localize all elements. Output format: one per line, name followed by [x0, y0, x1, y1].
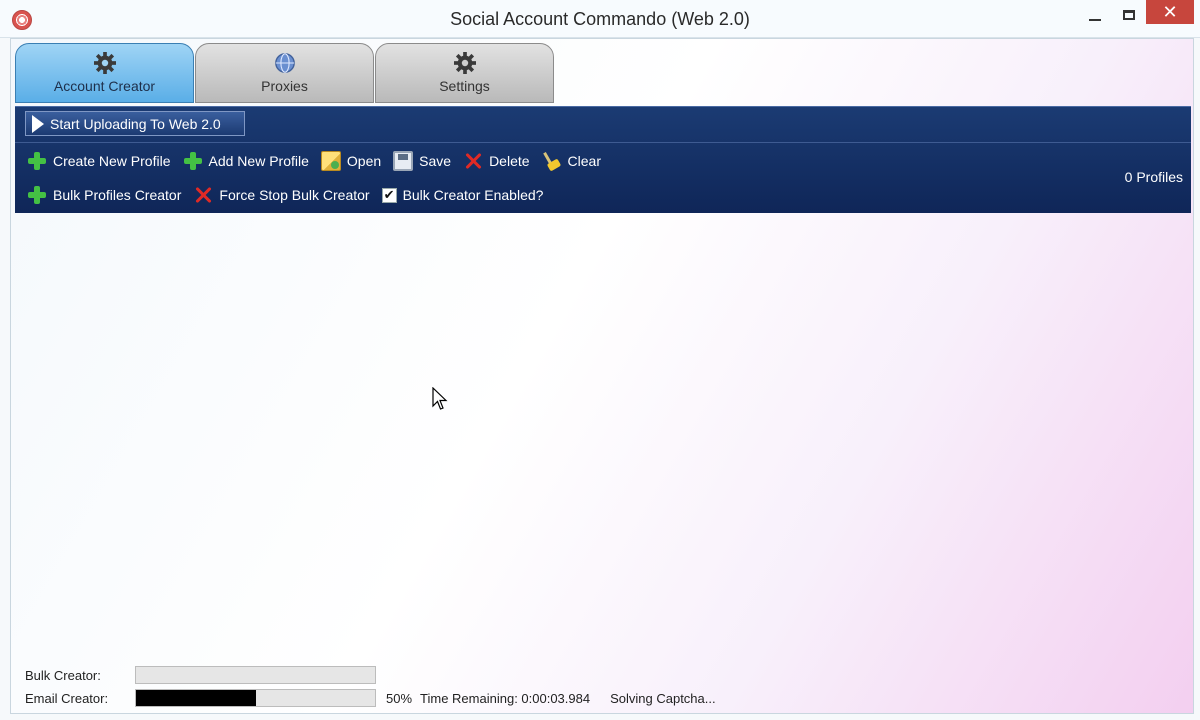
- close-button[interactable]: ✕: [1146, 0, 1194, 24]
- plus-icon: [27, 151, 47, 171]
- button-label: Open: [346, 153, 382, 169]
- button-label: Save: [419, 153, 452, 169]
- window-title: Social Account Commando (Web 2.0): [450, 9, 750, 29]
- bulk-creator-progress-bar: [135, 666, 376, 684]
- clear-button[interactable]: Clear: [542, 151, 601, 171]
- red-x-icon: [463, 151, 483, 171]
- plus-icon: [183, 151, 203, 171]
- checkbox-checked-icon: ✔: [381, 187, 397, 203]
- toolbar-row-2: Bulk Profiles Creator Force Stop Bulk Cr…: [27, 185, 543, 205]
- tab-label: Account Creator: [53, 78, 156, 94]
- mouse-cursor-icon: [432, 387, 448, 410]
- broom-icon: [542, 151, 562, 171]
- time-remaining: Time Remaining: 0:00:03.984: [420, 690, 591, 706]
- bulk-profiles-creator-button[interactable]: Bulk Profiles Creator: [27, 185, 181, 205]
- tab-proxies[interactable]: Proxies: [195, 43, 374, 103]
- force-stop-bulk-creator-button[interactable]: Force Stop Bulk Creator: [193, 185, 369, 205]
- toolbar: Start Uploading To Web 2.0 Create New Pr…: [15, 106, 1191, 213]
- button-label: Clear: [567, 153, 601, 169]
- button-label: Bulk Profiles Creator: [53, 187, 182, 203]
- folder-open-icon: [320, 151, 341, 171]
- create-new-profile-button[interactable]: Create New Profile: [27, 151, 171, 171]
- email-creator-progress-bar: [135, 689, 376, 707]
- button-label: Add New Profile: [208, 153, 309, 169]
- tab-settings[interactable]: Settings: [375, 43, 554, 103]
- button-label: Delete: [489, 153, 530, 169]
- start-uploading-button[interactable]: Start Uploading To Web 2.0: [25, 111, 245, 136]
- red-x-icon: [193, 185, 213, 205]
- maximize-icon: [1123, 10, 1135, 20]
- status-message: Solving Captcha...: [610, 690, 716, 706]
- start-uploading-label: Start Uploading To Web 2.0: [50, 115, 221, 132]
- checkbox-label: Bulk Creator Enabled?: [402, 187, 544, 203]
- play-icon: [32, 114, 44, 133]
- toolbar-row-1: Create New Profile Add New Profile Open …: [27, 151, 601, 171]
- globe-icon: [274, 53, 295, 73]
- toolbar-divider: [15, 142, 1191, 143]
- delete-button[interactable]: Delete: [463, 151, 529, 171]
- button-label: Create New Profile: [53, 153, 171, 169]
- tab-label: Proxies: [261, 78, 308, 94]
- gear-icon: [93, 52, 116, 74]
- profiles-count: 0 Profiles: [1124, 169, 1183, 185]
- bulk-creator-status: Bulk Creator:: [25, 666, 376, 684]
- bulk-creator-enabled-checkbox[interactable]: ✔ Bulk Creator Enabled?: [381, 187, 544, 203]
- progress-percent: 50%: [386, 690, 413, 706]
- open-button[interactable]: Open: [320, 151, 382, 171]
- minimize-icon: [1089, 19, 1101, 21]
- tab-account-creator[interactable]: Account Creator: [15, 43, 194, 103]
- email-creator-info: 50% Time Remaining: 0:00:03.984 Solving …: [386, 691, 716, 706]
- main-window: Account Creator Proxies Settings Start U…: [10, 38, 1194, 714]
- progress-fill: [136, 690, 256, 706]
- floppy-save-icon: [393, 151, 414, 171]
- add-new-profile-button[interactable]: Add New Profile: [183, 151, 309, 171]
- email-creator-status: Email Creator: 50% Time Remaining: 0:00:…: [25, 689, 716, 707]
- bulk-creator-label: Bulk Creator:: [25, 667, 101, 683]
- gear-icon: [453, 52, 476, 74]
- title-bar: Social Account Commando (Web 2.0) ✕: [0, 0, 1200, 38]
- email-creator-label: Email Creator:: [25, 690, 109, 706]
- button-label: Force Stop Bulk Creator: [219, 187, 370, 203]
- plus-icon: [27, 185, 47, 205]
- save-button[interactable]: Save: [393, 151, 451, 171]
- tab-label: Settings: [439, 78, 490, 94]
